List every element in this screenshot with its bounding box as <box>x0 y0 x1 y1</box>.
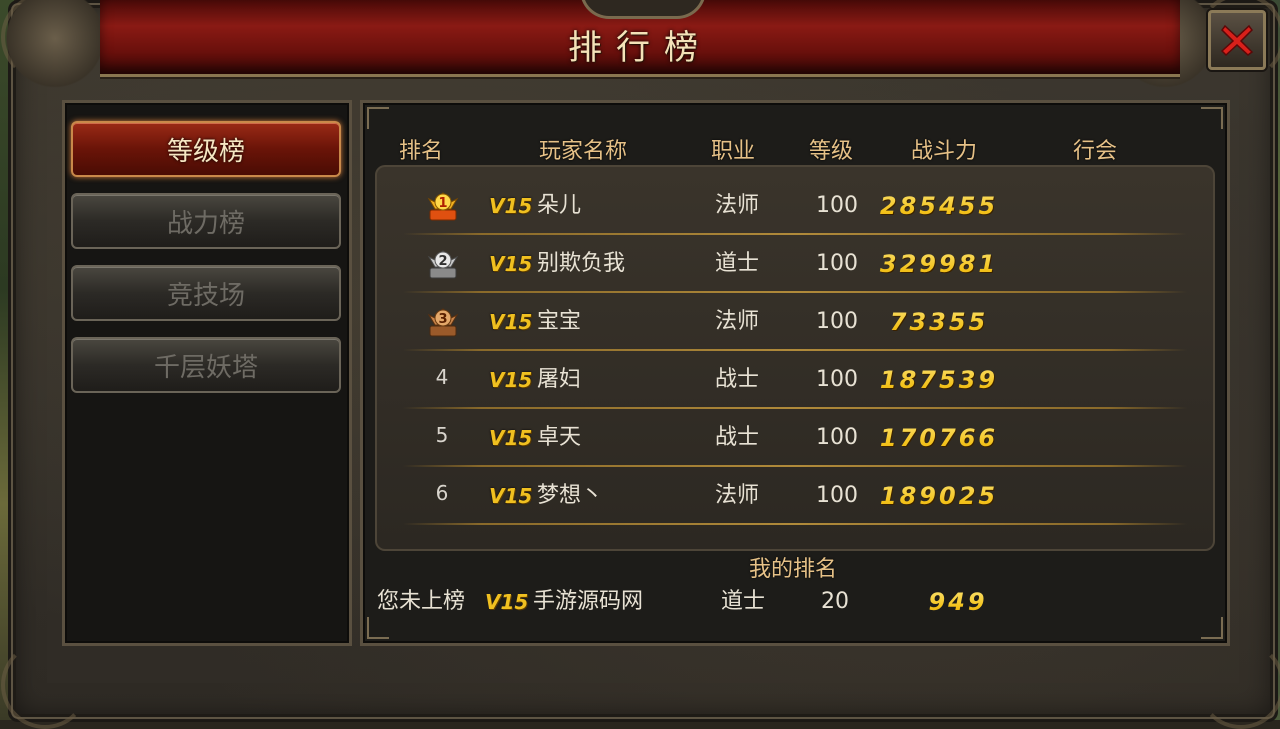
tab-demon-tower[interactable]: 千层妖塔 <box>71 337 341 393</box>
ranking-row[interactable]: 4 V15 屠妇 战士 100 187539 <box>377 351 1213 409</box>
player-guild <box>1017 409 1177 467</box>
player-power: 285455 <box>877 177 1001 235</box>
gold-medal-icon: 1 <box>427 192 459 221</box>
my-rank-status: 您未上榜 <box>377 589 466 614</box>
silver-medal-icon: 2 <box>427 250 459 279</box>
tab-label: 千层妖塔 <box>153 352 258 383</box>
player-name: 卓天 <box>537 425 582 450</box>
tab-power-ranking[interactable]: 战力榜 <box>71 193 341 249</box>
player-level: 100 <box>816 367 858 392</box>
row-divider <box>403 523 1187 525</box>
my-player-job: 道士 <box>720 589 765 614</box>
tab-label: 等级榜 <box>166 136 245 167</box>
svg-text:2: 2 <box>438 254 447 269</box>
player-level: 100 <box>816 251 858 276</box>
player-name: 朵儿 <box>537 193 582 218</box>
vip-badge: V15 <box>489 252 533 276</box>
player-level: 100 <box>816 483 858 508</box>
ranking-row[interactable]: 6 V15 梦想丶 法师 100 189025 <box>377 467 1213 525</box>
svg-text:3: 3 <box>438 312 447 327</box>
ranking-panel: 排名 玩家名称 职业 等级 战斗力 行会 1 V15 朵儿 法师 100 285… <box>360 100 1230 646</box>
my-player-power: 949 <box>903 579 1013 625</box>
vip-badge: V15 <box>489 368 533 392</box>
player-guild <box>1017 293 1177 351</box>
category-tab-panel: 等级榜 战力榜 竞技场 千层妖塔 <box>62 100 352 646</box>
player-level: 100 <box>816 309 858 334</box>
rank-number: 6 <box>435 481 449 505</box>
column-header-job: 职业 <box>711 139 756 164</box>
close-button[interactable] <box>1208 10 1266 70</box>
my-player-name: 手游源码网 <box>533 589 644 614</box>
dragon-ornament-icon <box>0 0 110 96</box>
player-name: 屠妇 <box>537 367 582 392</box>
player-power: 189025 <box>877 467 1001 525</box>
column-header-level: 等级 <box>809 139 854 164</box>
player-job: 战士 <box>714 425 759 450</box>
player-name: 梦想丶 <box>537 483 604 508</box>
vip-badge: V15 <box>489 426 533 450</box>
tab-level-ranking[interactable]: 等级榜 <box>71 121 341 177</box>
tab-arena[interactable]: 竞技场 <box>71 265 341 321</box>
tab-label: 竞技场 <box>166 280 245 311</box>
frame-ornament <box>1197 641 1280 729</box>
frame-ornament <box>1 641 89 729</box>
my-player-level: 20 <box>821 589 849 614</box>
player-job: 道士 <box>714 251 759 276</box>
column-header-guild: 行会 <box>1073 139 1118 164</box>
column-header-rank: 排名 <box>399 139 444 164</box>
ranking-row[interactable]: 5 V15 卓天 战士 100 170766 <box>377 409 1213 467</box>
svg-text:1: 1 <box>438 196 447 211</box>
player-job: 法师 <box>714 483 759 508</box>
player-job: 法师 <box>714 193 759 218</box>
corner-knot <box>367 107 389 129</box>
column-header-power: 战斗力 <box>911 139 978 164</box>
player-level: 100 <box>816 425 858 450</box>
corner-knot <box>1201 107 1223 129</box>
player-guild <box>1017 467 1177 525</box>
player-guild <box>1017 235 1177 293</box>
player-power: 329981 <box>877 235 1001 293</box>
window-title: 排行榜 <box>568 28 712 68</box>
player-guild <box>1017 351 1177 409</box>
rank-number: 5 <box>435 423 449 447</box>
player-level: 100 <box>816 193 858 218</box>
rank-number: 4 <box>435 365 449 389</box>
vip-badge: V15 <box>489 310 533 334</box>
ranking-row[interactable]: 2 V15 别欺负我 道士 100 329981 <box>377 235 1213 293</box>
player-job: 法师 <box>714 309 759 334</box>
ranking-row[interactable]: 1 V15 朵儿 法师 100 285455 <box>377 177 1213 235</box>
player-power: 73355 <box>877 293 1001 351</box>
vip-badge: V15 <box>489 194 533 218</box>
tab-label: 战力榜 <box>166 208 245 239</box>
title-ornament <box>580 0 706 19</box>
my-rank-row: 您未上榜 V15 手游源码网 道士 20 949 <box>363 579 1223 625</box>
player-power: 170766 <box>877 409 1001 467</box>
title-bar: 排行榜 <box>100 0 1180 77</box>
player-power: 187539 <box>877 351 1001 409</box>
ranking-row[interactable]: 3 V15 宝宝 法师 100 73355 <box>377 293 1213 351</box>
column-header-name: 玩家名称 <box>539 139 628 164</box>
vip-badge: V15 <box>485 590 529 614</box>
player-name: 宝宝 <box>537 309 582 334</box>
player-job: 战士 <box>714 367 759 392</box>
player-name: 别欺负我 <box>537 251 626 276</box>
close-x-icon <box>1220 24 1254 57</box>
bronze-medal-icon: 3 <box>427 308 459 337</box>
player-guild <box>1017 177 1177 235</box>
vip-badge: V15 <box>489 484 533 508</box>
ranking-list[interactable]: 1 V15 朵儿 法师 100 285455 2 V15 别欺负我 道士 100… <box>375 165 1215 551</box>
